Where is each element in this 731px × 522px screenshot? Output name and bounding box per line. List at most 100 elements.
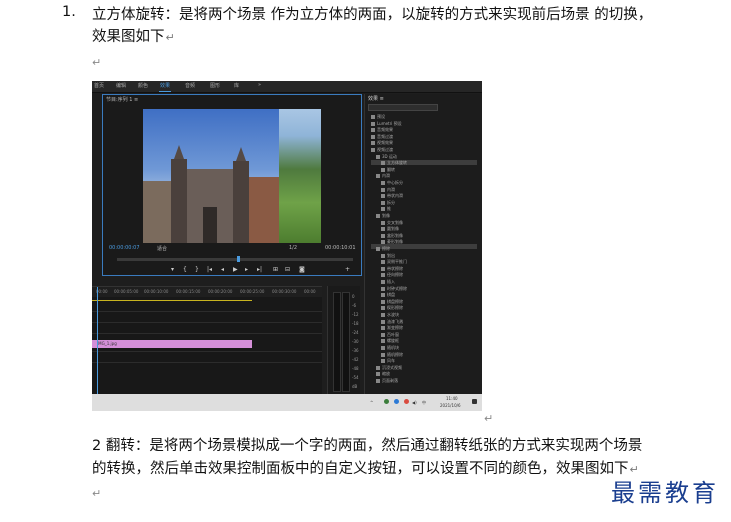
extract-icon[interactable]: ⊟	[285, 266, 290, 273]
effects-list-item[interactable]: 划出	[381, 253, 395, 259]
folder-icon	[381, 167, 385, 172]
play-icon[interactable]: ▶	[233, 266, 238, 273]
effects-list-item[interactable]: 3D 运动	[376, 154, 397, 160]
meter-label: -42	[352, 357, 359, 362]
step-back-icon[interactable]: ◂	[221, 266, 224, 273]
effects-list-item[interactable]: 带状内滑	[381, 193, 403, 199]
track-divider	[92, 322, 322, 323]
clock-date[interactable]: 2021/10/6	[440, 403, 461, 408]
clock-time[interactable]: 11:40	[446, 396, 458, 401]
meter-label: -30	[352, 339, 359, 344]
folder-icon	[381, 227, 385, 232]
effects-list-item[interactable]: 中心拆分	[381, 180, 403, 186]
playhead-marker[interactable]	[237, 256, 240, 262]
in-point-icon[interactable]: {	[183, 266, 187, 273]
wechat-icon[interactable]	[384, 399, 389, 404]
effects-list-item[interactable]: 盒形划像	[381, 233, 403, 239]
ruler-tick: 00:00:05:00	[114, 289, 139, 294]
effects-list-item[interactable]: 油漆飞溅	[381, 319, 403, 325]
effects-list-item[interactable]: 螺旋框	[381, 338, 399, 344]
input-language[interactable]: 中	[422, 400, 426, 406]
camera-icon[interactable]: ◙	[299, 266, 305, 273]
tray-chevron-icon[interactable]: ^	[370, 400, 373, 405]
effects-list-item[interactable]: 时钟式擦除	[381, 286, 407, 292]
folder-icon	[381, 339, 385, 344]
track-divider	[92, 311, 322, 312]
time-ruler[interactable]: 00:00 00:00:05:00 00:00:10:00 00:00:15:0…	[92, 287, 322, 297]
effects-list-item[interactable]: 内滑	[381, 187, 395, 193]
ruler-tick: 00:00:25:00	[240, 289, 265, 294]
out-point-icon[interactable]: }	[195, 266, 199, 273]
effects-list-item[interactable]: 菱形划像	[381, 239, 403, 245]
paragraph-mark-icon: ↵	[92, 487, 102, 500]
effects-list-item[interactable]: 预设	[371, 114, 385, 120]
folder-icon	[381, 299, 385, 304]
program-monitor: 节目:序列 1 ≡ 00:00:00:07 适合 1/2 00:00:10:01…	[102, 94, 362, 276]
effects-list-item[interactable]: 视频效果	[371, 140, 393, 146]
effects-list-item[interactable]: 翻转	[381, 167, 395, 173]
effects-list-item[interactable]: 双侧平推门	[381, 259, 407, 265]
volume-icon[interactable]: ◀)	[412, 400, 417, 405]
timeline-playhead[interactable]	[97, 287, 98, 395]
marker-icon[interactable]: ▾	[171, 266, 174, 273]
effects-list-item[interactable]: 交叉划像	[381, 220, 403, 226]
paragraph-2-text-2: 的转换，然后单击效果控制面板中的自定义按钮，可以设置不同的颜色，效果图如下	[92, 461, 629, 477]
effects-list-item[interactable]: 音频过渡	[371, 134, 393, 140]
meter-label: -6	[352, 303, 356, 308]
folder-icon	[376, 379, 380, 383]
effects-list-item[interactable]: 立方体旋转	[381, 160, 407, 166]
effects-list-item[interactable]: 径向擦除	[381, 272, 403, 278]
effects-list-item[interactable]: 视频过渡	[371, 147, 393, 153]
effects-list-item[interactable]: 圆划像	[381, 226, 399, 232]
effects-list-item[interactable]: 棋盘	[381, 292, 395, 298]
effects-list-item[interactable]: 随机擦除	[381, 352, 403, 358]
folder-icon	[381, 293, 385, 298]
effects-list-item[interactable]: 页面剥落	[376, 378, 398, 384]
app-menubar: 首页 编辑 颜色 效果 音频 图形 库 »	[92, 81, 482, 93]
lift-icon[interactable]: ⊞	[273, 266, 278, 273]
effects-list-item[interactable]: 带状擦除	[381, 266, 403, 272]
video-clip[interactable]: IMG_1.jpg	[92, 340, 252, 348]
effects-list-item[interactable]: 音频效果	[371, 127, 393, 133]
effects-list-item[interactable]: 推	[381, 206, 391, 212]
folder-icon	[381, 233, 385, 238]
effects-list-item[interactable]: 百叶窗	[381, 332, 399, 338]
effects-list-item[interactable]: Lumetri 预设	[371, 121, 402, 127]
folder-icon	[381, 306, 385, 311]
effects-list-item[interactable]: 沉浸式视频	[376, 365, 402, 371]
scrub-bar[interactable]	[117, 256, 353, 262]
effects-list-item[interactable]: 风车	[381, 358, 395, 364]
folder-icon	[371, 115, 375, 119]
effects-list-item[interactable]: 随机块	[381, 345, 399, 351]
embedded-screenshot: 首页 编辑 颜色 效果 音频 图形 库 » 节目:序列 1 ≡ 00:00:00…	[92, 81, 482, 411]
network-icon[interactable]	[394, 399, 399, 404]
effects-list-item[interactable]: 插入	[381, 279, 395, 285]
notification-icon[interactable]	[472, 399, 477, 404]
effects-list-item[interactable]: 划像	[376, 213, 390, 219]
go-to-in-icon[interactable]: |◂	[207, 266, 212, 273]
effects-search-input[interactable]	[368, 104, 438, 111]
folder-icon	[371, 121, 375, 126]
folder-icon	[381, 326, 385, 331]
fit-dropdown[interactable]: 适合	[157, 245, 167, 252]
effects-list-item[interactable]: 内滑	[376, 173, 390, 179]
list-item-text-1: 立方体旋转：是将两个场景 作为立方体的两面，以旋转的方式来实现前后场景 的切换，	[92, 7, 653, 23]
folder-icon	[381, 280, 385, 284]
effects-list-item[interactable]: 水波块	[381, 312, 399, 318]
effects-list-item[interactable]: 棋盘擦除	[381, 299, 403, 305]
paragraph-2-line2: 的转换，然后单击效果控制面板中的自定义按钮，可以设置不同的颜色，效果图如下↵	[92, 458, 639, 481]
step-forward-icon[interactable]: ▸	[245, 266, 248, 273]
effects-list-item[interactable]: 楔形擦除	[381, 305, 403, 311]
effects-list-item[interactable]: 渐变擦除	[381, 325, 403, 331]
effects-list-item[interactable]: 拆分	[381, 200, 395, 206]
paragraph-2-text-1: 2 翻转：是将两个场景模拟成一个字的两面，然后通过翻转纸张的方式来实现两个场景	[92, 438, 643, 454]
folder-icon	[381, 194, 385, 199]
add-button-icon[interactable]: +	[345, 266, 350, 273]
menu-item: 颜色	[138, 83, 149, 89]
effects-list-item[interactable]: 擦除	[376, 246, 390, 252]
effects-list-item[interactable]: 缩放	[376, 371, 390, 377]
meter-label: -24	[352, 330, 359, 335]
go-to-out-icon[interactable]: ▸|	[257, 266, 262, 273]
folder-icon	[381, 260, 385, 265]
antivirus-icon[interactable]	[404, 399, 409, 404]
